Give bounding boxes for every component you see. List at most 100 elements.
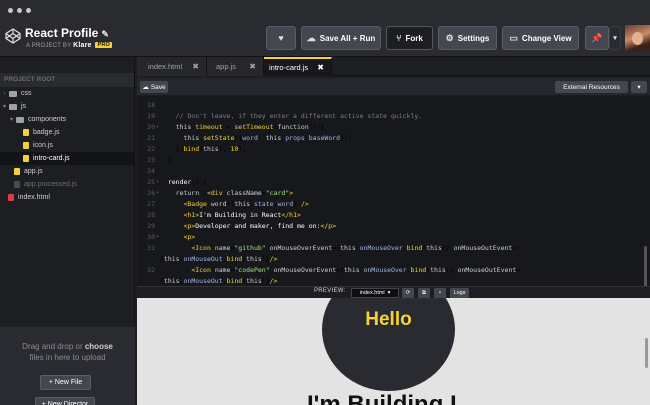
js-file-icon bbox=[23, 155, 29, 162]
cloud-icon: ☁ bbox=[306, 32, 316, 43]
window-titlebar bbox=[0, 0, 650, 20]
settings-label: Settings bbox=[457, 33, 490, 43]
code-line: 30 ▾ <p> bbox=[147, 233, 196, 241]
dropzone-text-2: files in here to upload bbox=[29, 353, 106, 362]
save-all-run-label: Save All + Run bbox=[319, 33, 376, 43]
upload-dropzone[interactable]: Drag and drop or choose files in here to… bbox=[0, 327, 135, 405]
code-line: 24 bbox=[147, 167, 155, 175]
tree-item-label: components bbox=[28, 116, 67, 123]
layout-icon: ▭ bbox=[509, 32, 518, 43]
preview-scrollbar[interactable] bbox=[645, 338, 648, 368]
code-line: 19 // Don't leave, if they enter a diffe… bbox=[147, 112, 423, 120]
editor-toolbar: ☁ Save External Resources ▾ bbox=[137, 78, 650, 95]
refresh-icon: ⟳ bbox=[405, 290, 411, 296]
code-line: 29 <p>Developer and maker, find me on:</… bbox=[147, 222, 337, 230]
fork-icon: ⑂ bbox=[396, 33, 402, 43]
author-name[interactable]: Klare bbox=[73, 42, 92, 49]
file-tree: › css ▾ js ▾ components badge.js icon.js bbox=[0, 87, 134, 204]
close-icon[interactable]: ✖ bbox=[317, 63, 324, 72]
codepen-logo-icon[interactable] bbox=[5, 28, 21, 44]
editor-save-label: Save bbox=[150, 83, 166, 91]
tab-app-js[interactable]: app.js ✖ bbox=[207, 57, 264, 76]
preview-options-button[interactable]: • bbox=[434, 288, 446, 298]
folder-icon bbox=[16, 116, 24, 123]
file-icon bbox=[14, 181, 20, 188]
dot-icon: • bbox=[439, 290, 441, 296]
tree-item-components[interactable]: ▾ components bbox=[0, 113, 134, 126]
tree-item-css[interactable]: › css bbox=[0, 87, 134, 100]
close-icon[interactable]: ✖ bbox=[249, 62, 256, 71]
tree-item-app-js[interactable]: app.js bbox=[0, 165, 134, 178]
preview-bar: PREVIEW: index.html ▾ ⟳ ⧉ • Logs bbox=[137, 286, 650, 298]
badge-hello-text: Hello bbox=[365, 309, 412, 330]
external-link-icon: ⧉ bbox=[422, 289, 426, 296]
tree-item-index-html[interactable]: index.html bbox=[0, 191, 134, 204]
project-title[interactable]: React Profile ✎ bbox=[25, 26, 109, 40]
open-external-button[interactable]: ⧉ bbox=[418, 288, 430, 298]
code-line: {this.onMouseOut.bind(this)}/> bbox=[160, 255, 278, 263]
app-window: React Profile ✎ A PROJECT BY Klare PRO ♥ … bbox=[0, 0, 650, 405]
fork-button[interactable]: ⑂ Fork bbox=[386, 26, 433, 50]
window-dot-close[interactable] bbox=[8, 7, 13, 13]
preview-heading: I'm Building I bbox=[307, 391, 457, 405]
tree-item-js[interactable]: ▾ js bbox=[0, 100, 134, 113]
tab-index-html[interactable]: index.html ✖ bbox=[137, 57, 207, 76]
chevron-right-icon[interactable]: › bbox=[0, 91, 9, 97]
tab-intro-card-js[interactable]: intro-card.js ✖ bbox=[264, 57, 332, 76]
code-line: 26 ▾ return (<div className="card"> bbox=[147, 189, 294, 197]
tree-item-icon-js[interactable]: icon.js bbox=[0, 139, 134, 152]
new-file-button[interactable]: + New File bbox=[40, 375, 91, 390]
folder-icon bbox=[9, 103, 17, 110]
byline-prefix: A PROJECT BY bbox=[26, 43, 72, 49]
cloud-icon: ☁ bbox=[142, 84, 149, 91]
editor-options-button[interactable]: ▾ bbox=[631, 81, 647, 93]
refresh-button[interactable]: ⟳ bbox=[402, 288, 414, 298]
pin-button[interactable]: 📌 bbox=[585, 26, 609, 50]
html-file-icon bbox=[8, 194, 14, 201]
chevron-down-icon[interactable]: ▾ bbox=[0, 103, 9, 110]
preview-file-select-value: index.html bbox=[359, 290, 385, 296]
dropzone-text: Drag and drop or choose files in here to… bbox=[0, 341, 135, 363]
tree-item-app-processed-js[interactable]: app.processed.js bbox=[0, 178, 134, 191]
settings-button[interactable]: ⚙ Settings bbox=[438, 26, 497, 50]
user-avatar[interactable] bbox=[625, 25, 650, 52]
preview-pane[interactable]: Hello I'm Building I bbox=[137, 298, 650, 405]
external-resources-button[interactable]: External Resources bbox=[555, 81, 628, 93]
new-directory-button[interactable]: + New Director bbox=[35, 397, 95, 405]
preview-file-select[interactable]: index.html ▾ bbox=[351, 288, 399, 298]
window-dot-maximize[interactable] bbox=[26, 7, 31, 13]
chevron-down-icon[interactable]: ▾ bbox=[7, 116, 16, 123]
code-line: 27 <Badge word={this.state.word} /> bbox=[147, 200, 309, 208]
tree-item-label: app.processed.js bbox=[24, 181, 77, 188]
change-view-button[interactable]: ▭ Change View bbox=[502, 26, 579, 50]
change-view-label: Change View bbox=[521, 33, 572, 43]
editor-scrollbar[interactable] bbox=[644, 246, 647, 286]
edit-pencil-icon[interactable]: ✎ bbox=[101, 29, 109, 39]
account-dropdown-button[interactable]: ▾ bbox=[609, 26, 621, 50]
code-line: {this.onMouseOut.bind(this)}/> bbox=[160, 277, 278, 285]
tab-label: intro-card.js bbox=[269, 63, 309, 72]
project-root-label: PROJECT ROOT bbox=[0, 73, 134, 87]
love-button[interactable]: ♥ bbox=[266, 26, 296, 50]
close-icon[interactable]: ✖ bbox=[192, 62, 199, 71]
chevron-down-icon: ▾ bbox=[387, 290, 391, 296]
project-header: React Profile ✎ A PROJECT BY Klare PRO ♥ … bbox=[0, 20, 650, 57]
save-all-run-button[interactable]: ☁ Save All + Run bbox=[301, 26, 381, 50]
logs-button[interactable]: Logs bbox=[450, 288, 469, 298]
editor-save-button[interactable]: ☁ Save bbox=[140, 81, 168, 93]
window-dot-minimize[interactable] bbox=[17, 7, 22, 13]
choose-files-link[interactable]: choose bbox=[85, 342, 113, 351]
heart-icon: ♥ bbox=[278, 33, 284, 43]
tree-item-label: index.html bbox=[18, 194, 50, 201]
project-title-text: React Profile bbox=[25, 26, 99, 40]
chevron-down-icon: ▾ bbox=[637, 84, 641, 91]
gear-icon: ⚙ bbox=[445, 32, 454, 43]
avatar-face bbox=[632, 32, 643, 45]
tree-item-intro-card-js[interactable]: intro-card.js bbox=[0, 152, 134, 165]
tab-label: index.html bbox=[148, 62, 183, 71]
tree-item-label: badge.js bbox=[33, 129, 60, 136]
tree-item-badge-js[interactable]: badge.js bbox=[0, 126, 134, 139]
code-editor[interactable]: 18 19 // Don't leave, if they enter a di… bbox=[137, 96, 650, 286]
tree-item-label: icon.js bbox=[33, 142, 53, 149]
folder-icon bbox=[9, 90, 17, 97]
